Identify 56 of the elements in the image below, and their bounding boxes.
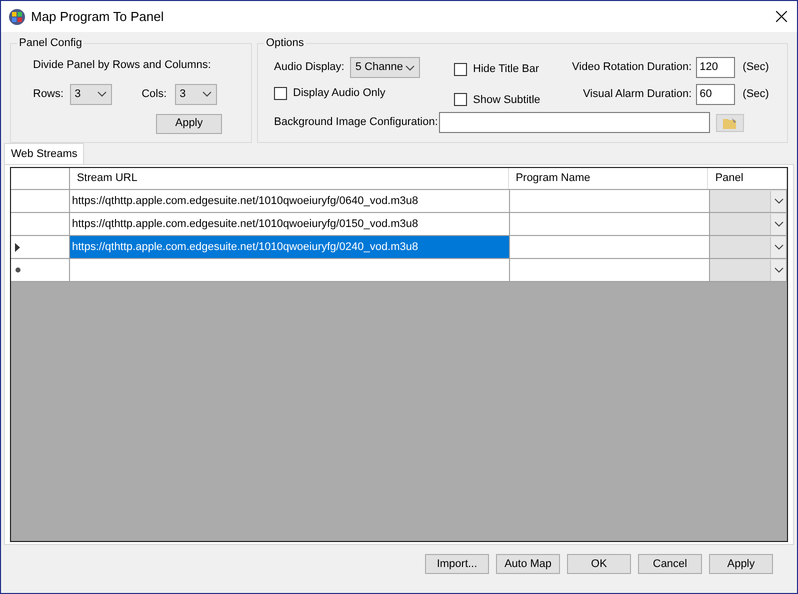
chevron-down-icon — [774, 221, 784, 227]
table-cell: https://qthttp.apple.com.edgesuite.net/1010qwoeiuryfg/0640_vod.m3u8 — [70, 190, 510, 212]
checkbox-label: Display Audio Only — [293, 86, 386, 101]
dialog-button[interactable]: Auto Map — [496, 554, 560, 574]
checkbox-label: Show Subtitle — [473, 92, 540, 108]
column-header: Stream URL — [70, 168, 509, 189]
chevron-down-icon — [405, 64, 416, 70]
chevron-down-icon — [774, 267, 784, 273]
audio-display-label: Audio Display: — [274, 60, 344, 76]
column-header: Panel — [708, 168, 788, 189]
chevron-down-icon — [202, 91, 212, 97]
video-rotation-label: Video Rotation Duration: — [572, 60, 692, 76]
checkbox[interactable] — [454, 62, 467, 76]
column-header: Program Name — [508, 168, 708, 189]
panel-dropdown[interactable] — [710, 190, 787, 212]
visual-alarm-label: Visual Alarm Duration: — [583, 87, 692, 102]
table-cell: https://qthttp.apple.com.edgesuite.net/1010qwoeiuryfg/0150_vod.m3u8 — [70, 213, 510, 235]
caption: Divide Panel by Rows and Columns: — [33, 58, 212, 73]
unit-label: (Sec) — [742, 60, 769, 76]
unit-label: (Sec) — [742, 87, 769, 102]
panel-dropdown[interactable] — [710, 236, 787, 258]
group-title: Panel Config — [17, 36, 84, 50]
current-row-icon — [15, 242, 20, 252]
app-icon — [9, 8, 25, 24]
tab[interactable]: Web Streams — [4, 143, 84, 164]
panel-dropdown[interactable] — [710, 213, 787, 235]
dialog-button[interactable]: Import... — [425, 554, 489, 574]
cols-dropdown[interactable]: 3 — [174, 84, 217, 104]
row-header[interactable] — [11, 259, 70, 281]
dialog-button[interactable]: Apply — [709, 554, 773, 574]
checkbox-label: Hide Title Bar — [473, 62, 540, 77]
visual-alarm-field[interactable]: 60 — [696, 84, 735, 105]
close-icon[interactable] — [776, 11, 787, 22]
video-rotation-field[interactable]: 120 — [696, 57, 735, 78]
dialog-button[interactable]: Cancel — [638, 554, 702, 574]
apply-button[interactable]: Apply — [156, 114, 222, 134]
dialog-button[interactable]: OK — [567, 554, 631, 574]
browse-button[interactable] — [716, 114, 744, 132]
panel-dropdown[interactable] — [710, 259, 787, 281]
checkbox[interactable] — [454, 93, 467, 106]
window-title: Map Program To Panel — [31, 8, 164, 26]
checkbox[interactable] — [274, 86, 287, 100]
audio-display-dropdown[interactable]: 5 Channe — [350, 57, 420, 78]
row-header[interactable] — [11, 236, 70, 258]
new-row-icon — [15, 267, 21, 273]
chevron-down-icon — [774, 198, 784, 204]
folder-icon — [723, 116, 737, 128]
rows-label: Rows: — [33, 86, 64, 102]
background-label: Background Image Configuration: — [274, 115, 439, 130]
table-cell: https://qthttp.apple.com.edgesuite.net/1010qwoeiuryfg/0240_vod.m3u8 — [70, 236, 510, 258]
group-title: Options — [264, 36, 306, 50]
cols-label: Cols: — [142, 86, 167, 102]
chevron-down-icon — [774, 244, 784, 250]
rows-dropdown[interactable]: 3 — [70, 84, 112, 104]
chevron-down-icon — [96, 91, 107, 97]
background-image-field[interactable] — [439, 112, 710, 133]
